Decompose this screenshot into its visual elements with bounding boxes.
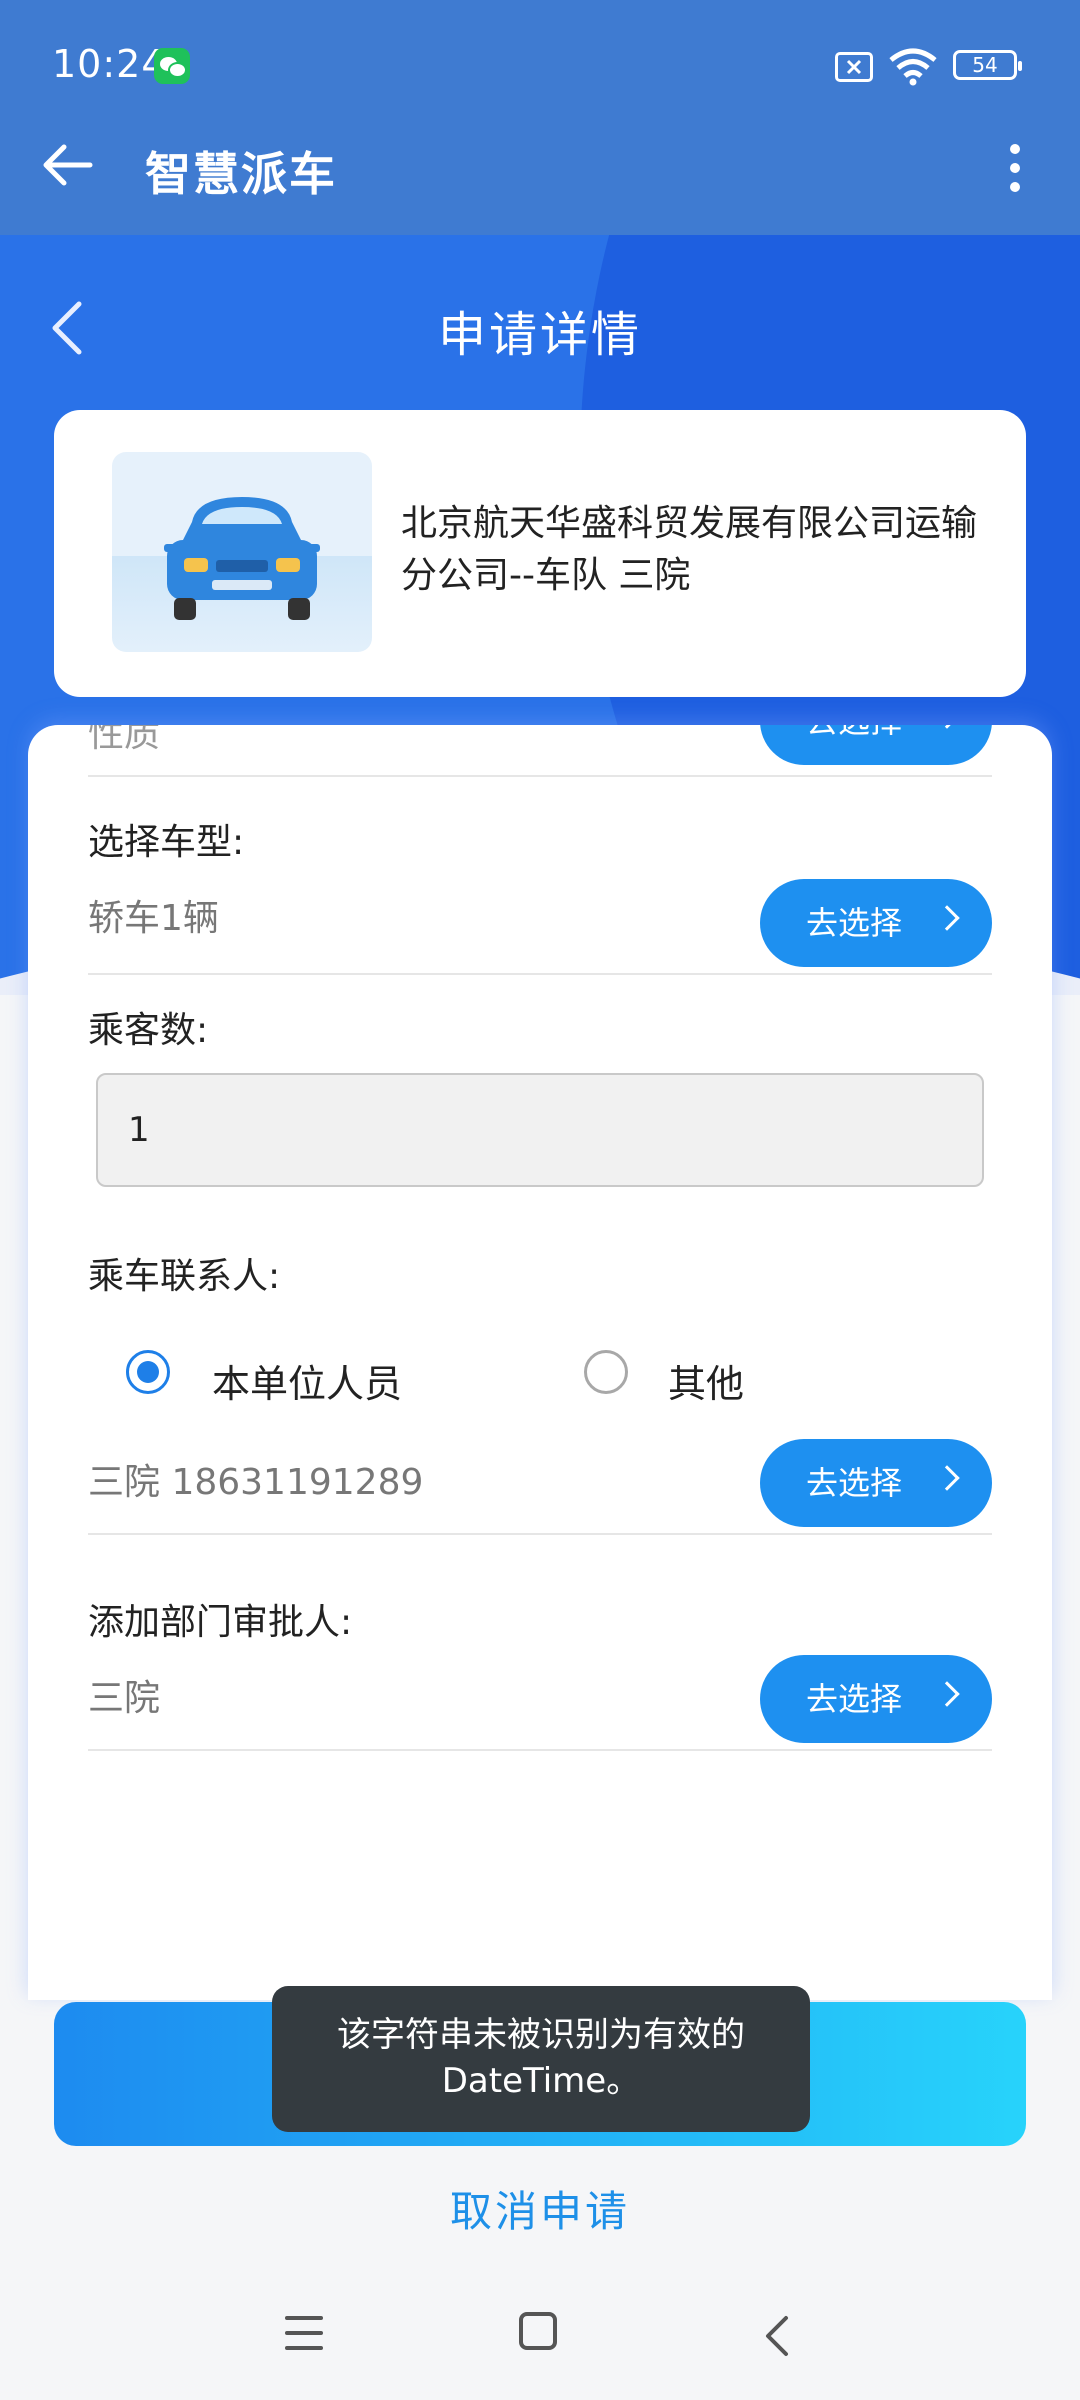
vehicle-type-label: 选择车型: bbox=[88, 822, 245, 863]
status-time: 10:24 bbox=[52, 42, 167, 86]
status-bar: 10:24 54 bbox=[0, 0, 1080, 130]
approver-select-label: 去选择 bbox=[806, 1680, 903, 1718]
passengers-input[interactable]: 1 bbox=[96, 1073, 984, 1187]
approver-value: 三院 bbox=[88, 1678, 161, 1719]
more-vertical-icon[interactable] bbox=[1000, 140, 1030, 200]
sim-off-icon bbox=[835, 52, 873, 82]
menu-icon[interactable] bbox=[285, 2316, 323, 2350]
contact-select-button[interactable]: 去选择 bbox=[760, 1439, 992, 1527]
chevron-right-icon bbox=[934, 725, 960, 729]
contact-value: 三院 18631191289 bbox=[88, 1462, 424, 1503]
vehicle-type-select-label: 去选择 bbox=[806, 904, 903, 942]
contact-option-internal-label[interactable]: 本单位人员 bbox=[212, 1353, 402, 1408]
approver-label: 添加部门审批人: bbox=[88, 1602, 353, 1643]
vehicle-type-row: 轿车1辆 去选择 bbox=[88, 865, 992, 975]
company-card: 北京航天华盛科贸发展有限公司运输分公司--车队 三院 bbox=[54, 410, 1026, 697]
error-toast: 该字符串未被识别为有效的 DateTime。 bbox=[272, 1986, 810, 2132]
nature-value: 性质 bbox=[88, 725, 161, 755]
approver-select-button[interactable]: 去选择 bbox=[760, 1655, 992, 1743]
company-name: 北京航天华盛科贸发展有限公司运输分公司--车队 三院 bbox=[401, 503, 978, 596]
passengers-label: 乘客数: bbox=[88, 1010, 209, 1051]
system-nav-bar bbox=[0, 2268, 1080, 2400]
nature-select-label: 去选择 bbox=[806, 725, 902, 740]
chevron-right-icon bbox=[934, 1465, 960, 1491]
nature-row: 性质 去选择 bbox=[88, 725, 992, 777]
vehicle-type-select-button[interactable]: 去选择 bbox=[760, 879, 992, 967]
approver-row: 三院 去选择 bbox=[88, 1645, 992, 1751]
cancel-application-link[interactable]: 取消申请 bbox=[0, 2178, 1080, 2239]
arrow-left-icon[interactable] bbox=[38, 135, 98, 195]
app-header: 10:24 54 智慧派车 bbox=[0, 0, 1080, 235]
page-title: 申请详情 bbox=[437, 307, 642, 363]
back-icon[interactable] bbox=[762, 2314, 792, 2358]
contact-select-label: 去选择 bbox=[806, 1464, 903, 1502]
contact-row: 三院 18631191289 去选择 bbox=[88, 1425, 992, 1535]
home-icon[interactable] bbox=[519, 2312, 557, 2350]
application-form: 性质 去选择 选择车型: 轿车1辆 去选择 乘客数: 1 乘车联系人: 本单位人… bbox=[28, 725, 1052, 2000]
contact-option-internal-radio[interactable] bbox=[126, 1350, 170, 1394]
contact-label: 乘车联系人: bbox=[88, 1256, 281, 1297]
wechat-icon bbox=[154, 48, 190, 84]
chevron-right-icon bbox=[934, 1681, 960, 1707]
chevron-right-icon bbox=[934, 905, 960, 931]
app-title: 智慧派车 bbox=[145, 147, 337, 201]
contact-option-other-label[interactable]: 其他 bbox=[668, 1353, 744, 1408]
contact-option-other-radio[interactable] bbox=[584, 1350, 628, 1394]
battery-icon: 54 bbox=[953, 50, 1022, 80]
wifi-icon bbox=[889, 48, 937, 86]
car-icon bbox=[112, 452, 372, 652]
vehicle-type-value: 轿车1辆 bbox=[88, 898, 219, 939]
nature-select-button[interactable]: 去选择 bbox=[760, 725, 992, 765]
